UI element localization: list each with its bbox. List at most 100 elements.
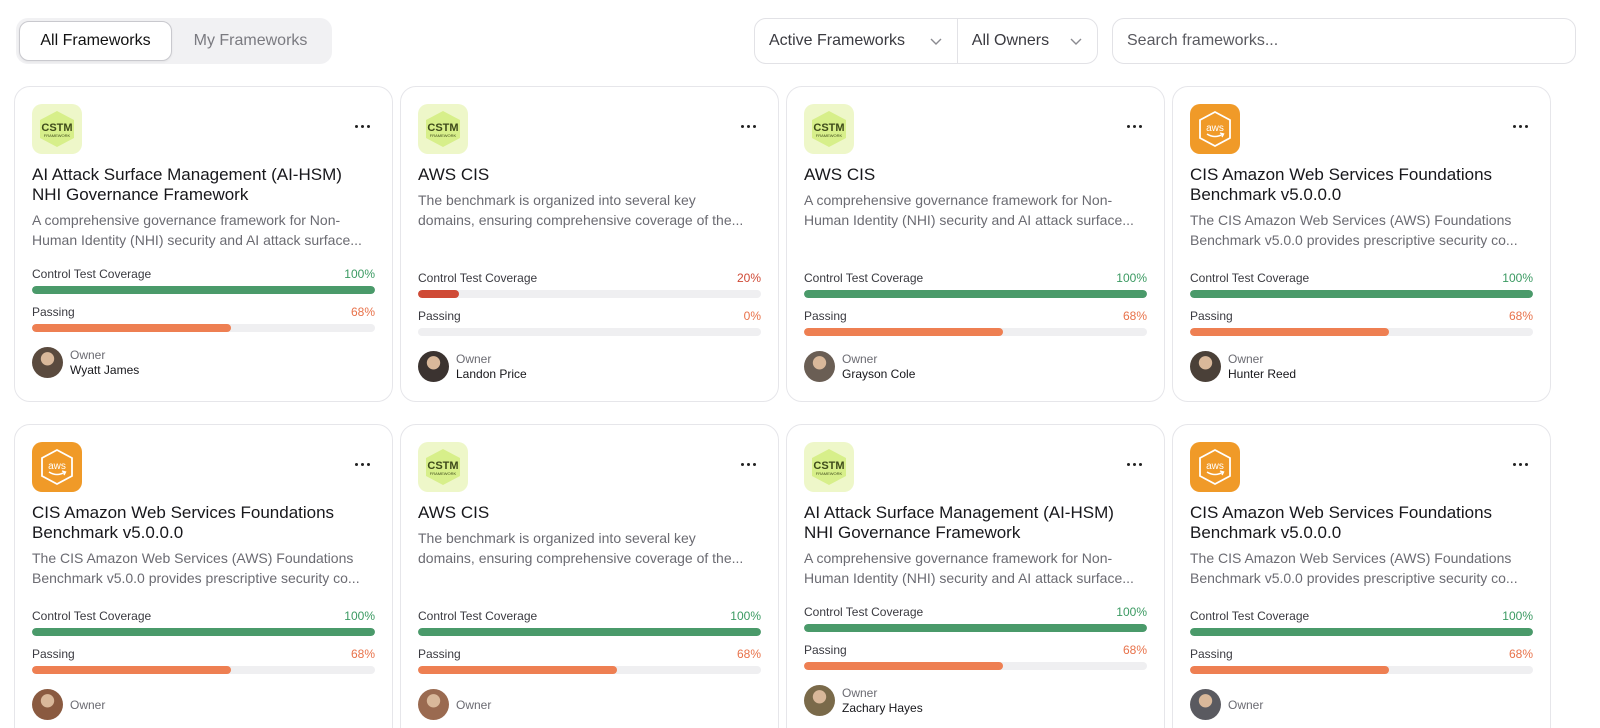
- more-options-icon[interactable]: [1124, 121, 1144, 131]
- coverage-row: Control Test Coverage 100%: [1190, 271, 1533, 285]
- card-title-line: Benchmark v5.0.0.0: [32, 523, 184, 542]
- tab-all-frameworks[interactable]: All Frameworks: [19, 21, 172, 61]
- dot: [740, 124, 744, 128]
- coverage-row: Control Test Coverage 100%: [32, 609, 375, 623]
- framework-card[interactable]: CSTM FRAMEWORK AWS CIS The benchmark is org…: [400, 86, 779, 402]
- coverage-value: 100%: [344, 609, 375, 623]
- dot: [746, 462, 750, 466]
- dot: [1138, 124, 1142, 128]
- dot: [1126, 124, 1130, 128]
- avatar: [32, 347, 63, 378]
- coverage-bar-fill: [418, 290, 460, 298]
- card-description: The benchmark is organized into several …: [418, 190, 763, 230]
- coverage-value: 100%: [1116, 271, 1147, 285]
- card-description-line: domains, ensuring comprehensive coverage…: [418, 550, 744, 566]
- more-options-icon[interactable]: [738, 121, 758, 131]
- owner-text: Owner Hunter Reed: [1228, 352, 1296, 382]
- framework-card[interactable]: aws CIS Amazon Web Services Foundations Be…: [1172, 86, 1551, 402]
- passing-row: Passing 0%: [418, 309, 761, 323]
- passing-bar-fill: [32, 324, 231, 332]
- owner-text: Owner Zachary Hayes: [842, 686, 923, 716]
- card-description: The CIS Amazon Web Services (AWS) Founda…: [1190, 548, 1535, 588]
- framework-card[interactable]: CSTM FRAMEWORK AI Attack Surface Managemen…: [14, 86, 393, 402]
- card-description-line: The CIS Amazon Web Services (AWS) Founda…: [32, 550, 354, 566]
- framework-card[interactable]: aws CIS Amazon Web Services Foundations Be…: [14, 424, 393, 728]
- coverage-bar: [804, 290, 1147, 298]
- more-options-icon[interactable]: [1124, 459, 1144, 469]
- card-title-line: AWS CIS: [804, 165, 876, 184]
- passing-row: Passing 68%: [418, 647, 761, 661]
- card-description-line: Benchmark v5.0.0 provides prescriptive s…: [1190, 570, 1518, 586]
- coverage-value: 100%: [730, 609, 761, 623]
- more-options-icon[interactable]: [1510, 121, 1530, 131]
- coverage-bar: [1190, 290, 1533, 298]
- card-title-line: CIS Amazon Web Services Foundations: [32, 503, 335, 522]
- card-description-line: Human Identity (NHI) security and AI att…: [804, 212, 1134, 228]
- card-title: AWS CIS: [418, 165, 763, 185]
- passing-label: Passing: [32, 647, 75, 661]
- framework-card[interactable]: aws CIS Amazon Web Services Foundations Be…: [1172, 424, 1551, 728]
- card-title-line: AWS CIS: [418, 165, 490, 184]
- owner-label: Owner: [842, 351, 878, 366]
- more-options-icon[interactable]: [352, 459, 372, 469]
- aws-logo: aws: [1190, 104, 1240, 154]
- avatar: [1190, 351, 1221, 382]
- coverage-label: Control Test Coverage: [418, 271, 538, 285]
- framework-card[interactable]: CSTM FRAMEWORK AWS CIS The benchmark is org…: [400, 424, 779, 728]
- passing-row: Passing 68%: [32, 305, 375, 319]
- dot: [740, 462, 744, 466]
- card-description-line: The benchmark is organized into several …: [418, 530, 696, 546]
- coverage-bar-fill: [804, 624, 1147, 632]
- dot: [1518, 462, 1522, 466]
- search-input[interactable]: [1127, 32, 1561, 50]
- coverage-bar: [418, 290, 761, 298]
- passing-row: Passing 68%: [1190, 309, 1533, 323]
- passing-value: 68%: [350, 647, 375, 661]
- passing-value: 0%: [743, 309, 761, 323]
- svg-text:FRAMEWORK: FRAMEWORK: [430, 471, 457, 476]
- passing-value: 68%: [736, 647, 761, 661]
- coverage-bar: [1190, 628, 1533, 636]
- coverage-bar-fill: [804, 290, 1147, 298]
- framework-card[interactable]: CSTM FRAMEWORK AWS CIS A comprehensive gove…: [786, 86, 1165, 402]
- card-title: CIS Amazon Web Services Foundations Bench…: [1190, 165, 1535, 205]
- framework-card[interactable]: CSTM FRAMEWORK AI Attack Surface Managemen…: [786, 424, 1165, 728]
- dot: [360, 124, 364, 128]
- toolbar: All Frameworks My Frameworks Active Fram…: [16, 18, 1576, 64]
- dot: [1512, 462, 1516, 466]
- dot: [752, 462, 756, 466]
- owner-text: Owner Wyatt James: [70, 348, 139, 378]
- tab-my-frameworks[interactable]: My Frameworks: [172, 21, 329, 61]
- svg-text:aws: aws: [48, 461, 66, 472]
- dot: [1524, 124, 1528, 128]
- card-title-line: AI Attack Surface Management (AI-HSM): [32, 165, 342, 184]
- coverage-bar: [32, 286, 375, 294]
- avatar: [418, 689, 449, 720]
- passing-bar-fill: [1190, 328, 1389, 336]
- owner-info: Owner Zachary Hayes: [804, 685, 923, 716]
- coverage-value: 100%: [1116, 605, 1147, 619]
- svg-text:aws: aws: [1206, 461, 1224, 472]
- card-description-line: The benchmark is organized into several …: [418, 192, 696, 208]
- more-options-icon[interactable]: [738, 459, 758, 469]
- owner-info: Owner Grayson Cole: [804, 351, 915, 382]
- more-options-icon[interactable]: [352, 121, 372, 131]
- more-options-icon[interactable]: [1510, 459, 1530, 469]
- passing-row: Passing 68%: [804, 309, 1147, 323]
- passing-label: Passing: [804, 309, 847, 323]
- coverage-row: Control Test Coverage 100%: [418, 609, 761, 623]
- dot: [1132, 124, 1136, 128]
- cstm-framework-logo: CSTM FRAMEWORK: [418, 104, 468, 154]
- owner-filter-dropdown[interactable]: All Owners: [958, 19, 1097, 63]
- dot: [366, 462, 370, 466]
- owner-filter-label: All Owners: [971, 32, 1050, 49]
- passing-value: 68%: [350, 305, 375, 319]
- card-description: A comprehensive governance framework for…: [32, 210, 377, 250]
- passing-row: Passing 68%: [32, 647, 375, 661]
- owner-label: Owner: [70, 697, 106, 712]
- svg-text:FRAMEWORK: FRAMEWORK: [430, 133, 457, 138]
- card-title-line: Benchmark v5.0.0.0: [1190, 523, 1342, 542]
- card-title: AI Attack Surface Management (AI-HSM) NHI…: [804, 503, 1149, 543]
- status-filter-dropdown[interactable]: Active Frameworks: [755, 19, 958, 63]
- filter-group: Active Frameworks All Owners: [754, 18, 1098, 64]
